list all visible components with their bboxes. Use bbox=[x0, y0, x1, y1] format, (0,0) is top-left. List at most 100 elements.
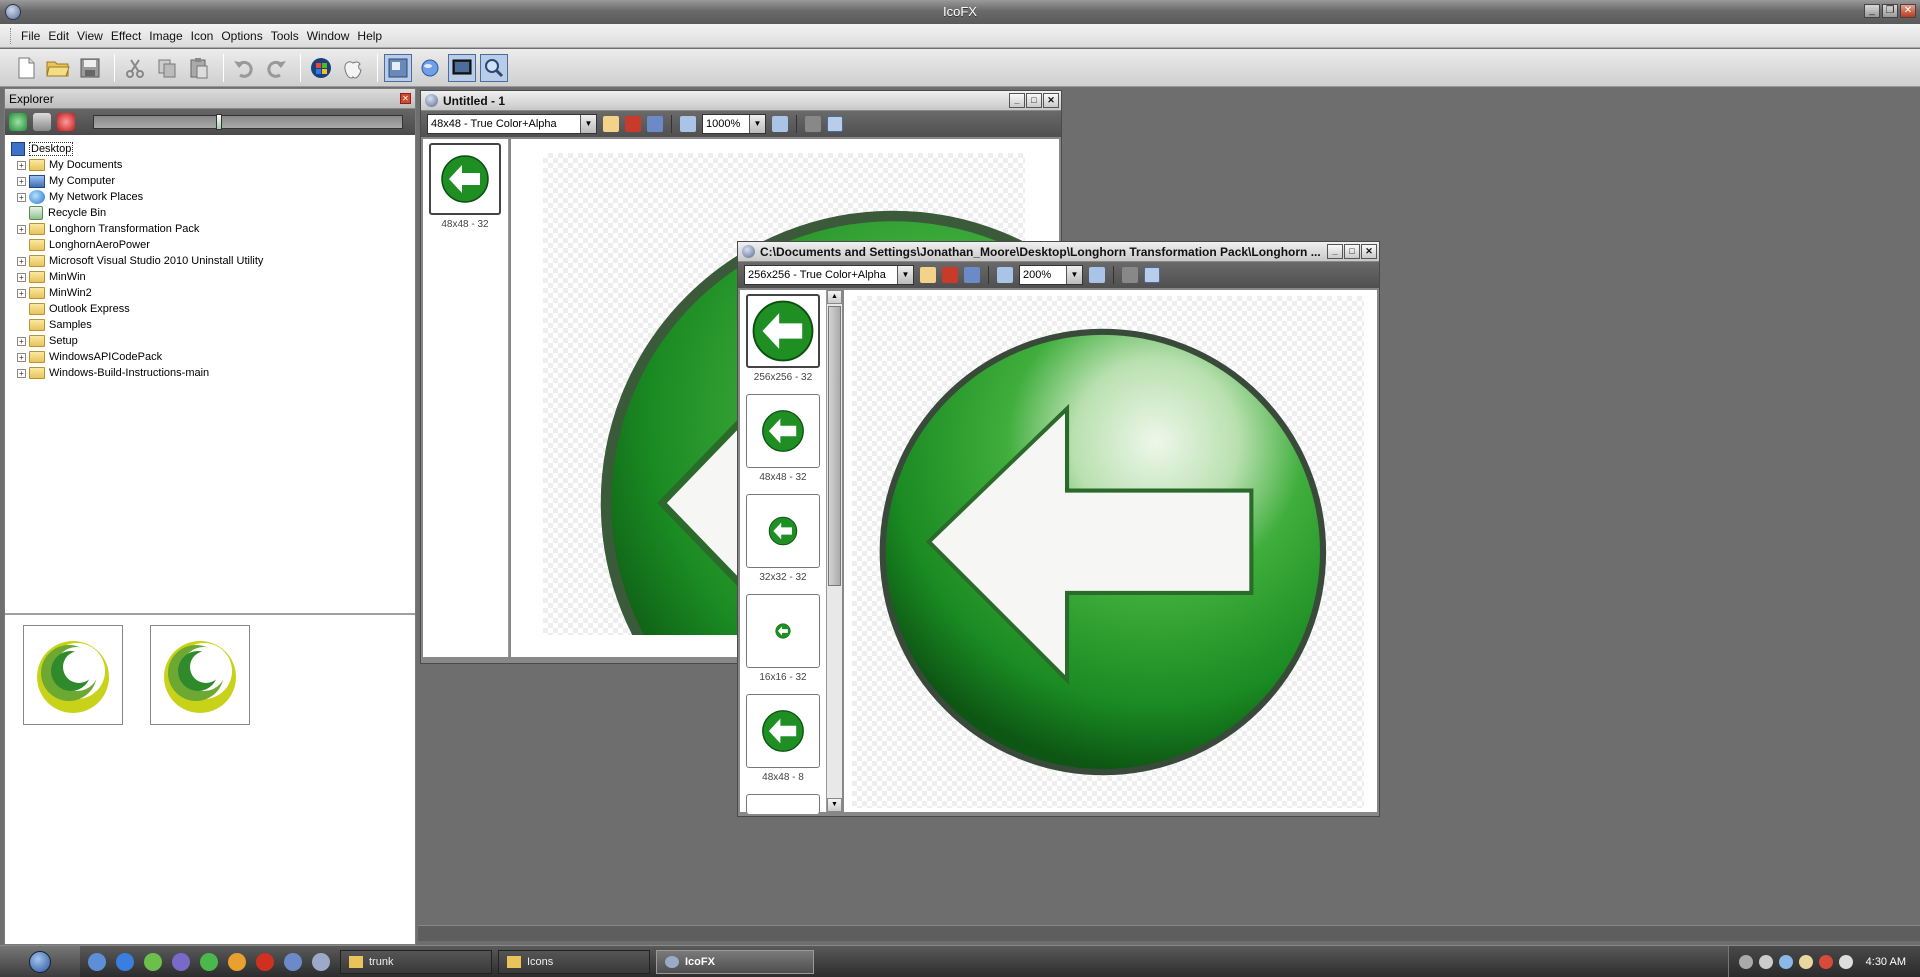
taskbar-item-icofx[interactable]: IcoFX bbox=[656, 950, 814, 974]
security-icon[interactable] bbox=[1819, 955, 1833, 969]
menu-edit[interactable]: Edit bbox=[44, 29, 73, 43]
grid-icon[interactable] bbox=[805, 116, 821, 132]
tree-item[interactable]: + MinWin2 bbox=[11, 285, 415, 301]
delete-image-icon[interactable] bbox=[942, 267, 958, 283]
taskbar-item-icons[interactable]: Icons bbox=[498, 950, 650, 974]
explorer-close-icon[interactable]: ✕ bbox=[400, 93, 411, 104]
menu-icon[interactable]: Icon bbox=[187, 29, 218, 43]
scrollbar-thumb[interactable] bbox=[828, 306, 841, 586]
expand-icon[interactable]: + bbox=[17, 160, 26, 170]
apple-logo-icon[interactable] bbox=[339, 54, 367, 82]
scroll-down-icon[interactable]: ▼ bbox=[827, 798, 842, 812]
frame-thumbnail[interactable] bbox=[429, 143, 501, 215]
paste-icon[interactable] bbox=[185, 54, 213, 82]
close-button[interactable]: ✕ bbox=[1361, 244, 1377, 259]
window-title-bar[interactable]: Untitled - 1 _ □ ✕ bbox=[421, 91, 1061, 111]
tree-item[interactable]: Desktop bbox=[11, 141, 415, 157]
start-button[interactable] bbox=[0, 946, 80, 977]
refresh-icon[interactable] bbox=[9, 113, 27, 131]
cut-icon[interactable] bbox=[121, 54, 149, 82]
slider-thumb[interactable] bbox=[216, 114, 222, 130]
zoom-in-icon[interactable] bbox=[1089, 267, 1105, 283]
menu-options[interactable]: Options bbox=[217, 29, 266, 43]
chevron-down-icon[interactable]: ▼ bbox=[897, 266, 913, 284]
network-icon[interactable] bbox=[1779, 955, 1793, 969]
frame-thumbnail-256[interactable] bbox=[746, 294, 820, 368]
grid-icon[interactable] bbox=[1122, 267, 1138, 283]
open-folder-icon[interactable] bbox=[44, 54, 72, 82]
red-app-icon[interactable] bbox=[256, 953, 274, 971]
scroll-up-icon[interactable]: ▲ bbox=[827, 290, 842, 304]
globe-icon[interactable] bbox=[416, 54, 444, 82]
tree-item[interactable]: + Windows-Build-Instructions-main bbox=[11, 365, 415, 381]
close-button[interactable]: ✕ bbox=[1900, 4, 1916, 18]
tree-item[interactable]: + MinWin bbox=[11, 269, 415, 285]
expand-icon[interactable]: + bbox=[17, 352, 26, 362]
delete-image-icon[interactable] bbox=[625, 116, 641, 132]
tree-item[interactable]: + Longhorn Transformation Pack bbox=[11, 221, 415, 237]
frame-thumbnail-partial[interactable] bbox=[746, 794, 820, 814]
tree-item[interactable]: LonghornAeroPower bbox=[11, 237, 415, 253]
frames-scrollbar[interactable]: ▲ ▼ bbox=[826, 290, 842, 812]
preview-thumbnail-1[interactable] bbox=[23, 625, 123, 725]
zoom-out-icon[interactable] bbox=[997, 267, 1013, 283]
app-launcher-icon[interactable] bbox=[144, 953, 162, 971]
chevron-down-icon[interactable]: ▼ bbox=[749, 115, 765, 133]
volume-icon[interactable] bbox=[1799, 955, 1813, 969]
media-icon[interactable] bbox=[172, 953, 190, 971]
tree-item[interactable]: + WindowsAPICodePack bbox=[11, 349, 415, 365]
internet-explorer-icon[interactable] bbox=[116, 953, 134, 971]
minimize-button[interactable]: _ bbox=[1327, 244, 1343, 259]
zoom-out-icon[interactable] bbox=[680, 116, 696, 132]
close-button[interactable]: ✕ bbox=[1043, 93, 1059, 108]
preview-thumbnail-2[interactable] bbox=[150, 625, 250, 725]
window-title-bar[interactable]: C:\Documents and Settings\Jonathan_Moore… bbox=[738, 242, 1379, 262]
menu-file[interactable]: File bbox=[17, 29, 44, 43]
green-app-icon[interactable] bbox=[200, 953, 218, 971]
frame-thumbnail-48-8bit[interactable] bbox=[746, 694, 820, 768]
expand-icon[interactable]: + bbox=[17, 336, 26, 346]
menu-window[interactable]: Window bbox=[303, 29, 354, 43]
tree-item[interactable]: + Microsoft Visual Studio 2010 Uninstall … bbox=[11, 253, 415, 269]
undo-icon[interactable] bbox=[230, 54, 258, 82]
search-icon[interactable] bbox=[480, 53, 508, 82]
expand-icon[interactable]: + bbox=[17, 224, 26, 234]
menu-image[interactable]: Image bbox=[145, 29, 186, 43]
new-image-icon[interactable] bbox=[920, 267, 936, 283]
screen-capture-icon[interactable] bbox=[448, 53, 476, 82]
expand-icon[interactable]: + bbox=[17, 288, 26, 298]
thumbnail-size-slider[interactable] bbox=[93, 114, 403, 130]
new-image-icon[interactable] bbox=[603, 116, 619, 132]
expand-icon[interactable]: + bbox=[17, 272, 26, 282]
restore-button[interactable]: ❐ bbox=[1882, 4, 1898, 18]
extract-icon[interactable] bbox=[384, 53, 412, 82]
minimize-button[interactable]: _ bbox=[1864, 4, 1880, 18]
clock[interactable]: 4:30 AM bbox=[1866, 956, 1906, 968]
chevron-left-icon[interactable] bbox=[1759, 955, 1773, 969]
format-select[interactable]: 256x256 - True Color+Alpha ▼ bbox=[744, 265, 914, 285]
chevron-down-icon[interactable]: ▼ bbox=[580, 115, 596, 133]
tree-item[interactable]: + Setup bbox=[11, 333, 415, 349]
orange-app-icon[interactable] bbox=[228, 953, 246, 971]
show-desktop-icon[interactable] bbox=[88, 953, 106, 971]
tree-item[interactable]: Outlook Express bbox=[11, 301, 415, 317]
windows-logo-icon[interactable] bbox=[307, 54, 335, 82]
edit-canvas[interactable] bbox=[852, 296, 1364, 808]
menu-view[interactable]: View bbox=[73, 29, 107, 43]
preview-toggle-icon[interactable] bbox=[1144, 267, 1160, 283]
drive-icon[interactable] bbox=[33, 113, 51, 131]
tree-item[interactable]: + My Computer bbox=[11, 173, 415, 189]
zoom-select[interactable]: 1000% ▼ bbox=[702, 114, 766, 134]
image-properties-icon[interactable] bbox=[964, 267, 980, 283]
expand-icon[interactable]: + bbox=[17, 256, 26, 266]
tree-item[interactable]: Samples bbox=[11, 317, 415, 333]
expand-icon[interactable]: + bbox=[17, 368, 26, 378]
maximize-button[interactable]: □ bbox=[1026, 93, 1042, 108]
blue-app-icon[interactable] bbox=[284, 953, 302, 971]
preview-toggle-icon[interactable] bbox=[827, 116, 843, 132]
chevron-down-icon[interactable]: ▼ bbox=[1066, 266, 1082, 284]
menu-effect[interactable]: Effect bbox=[107, 29, 145, 43]
icofx-quick-icon[interactable] bbox=[312, 953, 330, 971]
tree-item[interactable]: + My Documents bbox=[11, 157, 415, 173]
frame-thumbnail-32[interactable] bbox=[746, 494, 820, 568]
